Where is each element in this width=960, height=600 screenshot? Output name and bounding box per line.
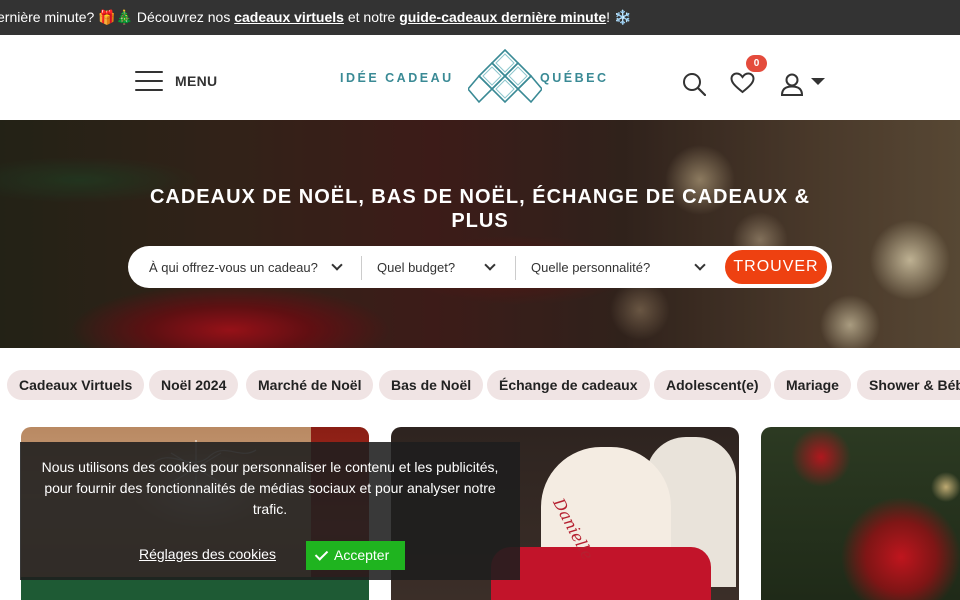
diamond-lattice-icon bbox=[468, 48, 542, 104]
caret-down-icon[interactable] bbox=[810, 77, 826, 86]
category-pill[interactable]: Shower & Bébé bbox=[857, 370, 960, 400]
gift-card-christmas-ornaments[interactable] bbox=[761, 427, 960, 600]
category-pill[interactable]: Mariage bbox=[774, 370, 851, 400]
cookie-banner: Nous utilisons des cookies pour personna… bbox=[20, 442, 520, 580]
budget-select[interactable]: Quel budget? bbox=[377, 246, 501, 288]
virtual-gifts-link[interactable]: cadeaux virtuels bbox=[234, 9, 344, 25]
budget-select-label: Quel budget? bbox=[377, 260, 456, 275]
check-icon bbox=[314, 547, 329, 561]
announcement-text: et notre bbox=[343, 9, 400, 25]
personality-select[interactable]: Quelle personnalité? bbox=[531, 246, 711, 288]
chevron-down-icon bbox=[331, 259, 343, 271]
wishlist-count-badge: 0 bbox=[746, 55, 767, 72]
announcement-text: ernière minute? bbox=[0, 9, 99, 25]
category-pill[interactable]: Cadeaux Virtuels bbox=[7, 370, 145, 400]
hamburger-icon bbox=[135, 71, 163, 91]
recipient-select-label: À qui offrez-vous un cadeau? bbox=[149, 260, 318, 275]
chevron-down-icon bbox=[694, 259, 706, 271]
category-pill[interactable]: Noël 2024 bbox=[149, 370, 239, 400]
last-minute-guide-link[interactable]: guide-cadeaux dernière minute bbox=[399, 9, 606, 25]
gift-tree-emoji: 🎁🎄 bbox=[98, 9, 134, 25]
gift-finder-form: À qui offrez-vous un cadeau? Quel budget… bbox=[128, 246, 832, 288]
cookie-message: Nous utilisons des cookies pour personna… bbox=[41, 459, 499, 517]
recipient-select[interactable]: À qui offrez-vous un cadeau? bbox=[149, 246, 347, 288]
category-pill[interactable]: Marché de Noël bbox=[246, 370, 374, 400]
chevron-down-icon bbox=[484, 259, 496, 271]
announcement-text: Découvrez nos bbox=[133, 9, 235, 25]
heart-icon[interactable] bbox=[730, 72, 755, 94]
accept-label: Accepter bbox=[334, 547, 390, 563]
accept-cookies-button[interactable]: Accepter bbox=[306, 541, 405, 570]
category-pills: Cadeaux Virtuels Noël 2024 Marché de Noë… bbox=[0, 370, 960, 400]
find-button[interactable]: TROUVER bbox=[725, 250, 827, 284]
category-pill[interactable]: Échange de cadeaux bbox=[487, 370, 650, 400]
hero-banner: Cadeaux de Noël, bas de Noël, échange de… bbox=[0, 120, 960, 348]
announcement-bar: ernière minute? 🎁🎄 Découvrez nos cadeaux… bbox=[0, 0, 960, 35]
search-icon[interactable] bbox=[682, 72, 706, 96]
personality-select-label: Quelle personnalité? bbox=[531, 260, 651, 275]
user-icon[interactable] bbox=[780, 73, 804, 96]
logo-text-left: IDÉE CADEAU bbox=[340, 71, 454, 85]
category-pill[interactable]: Adolescent(e) bbox=[654, 370, 771, 400]
site-logo[interactable]: IDÉE CADEAU QUÉBEC bbox=[340, 48, 620, 108]
logo-text-right: QUÉBEC bbox=[540, 71, 609, 85]
site-header: MENU IDÉE CADEAU QUÉBEC 0 bbox=[0, 35, 960, 120]
menu-label: MENU bbox=[175, 73, 218, 89]
hero-title: Cadeaux de Noël, bas de Noël, échange de… bbox=[149, 186, 811, 232]
category-pill[interactable]: Bas de Noël bbox=[379, 370, 484, 400]
menu-button[interactable]: MENU bbox=[135, 71, 217, 91]
cookie-settings-link[interactable]: Réglages des cookies bbox=[139, 546, 276, 562]
announcement-text: ! ❄️ bbox=[606, 9, 632, 25]
